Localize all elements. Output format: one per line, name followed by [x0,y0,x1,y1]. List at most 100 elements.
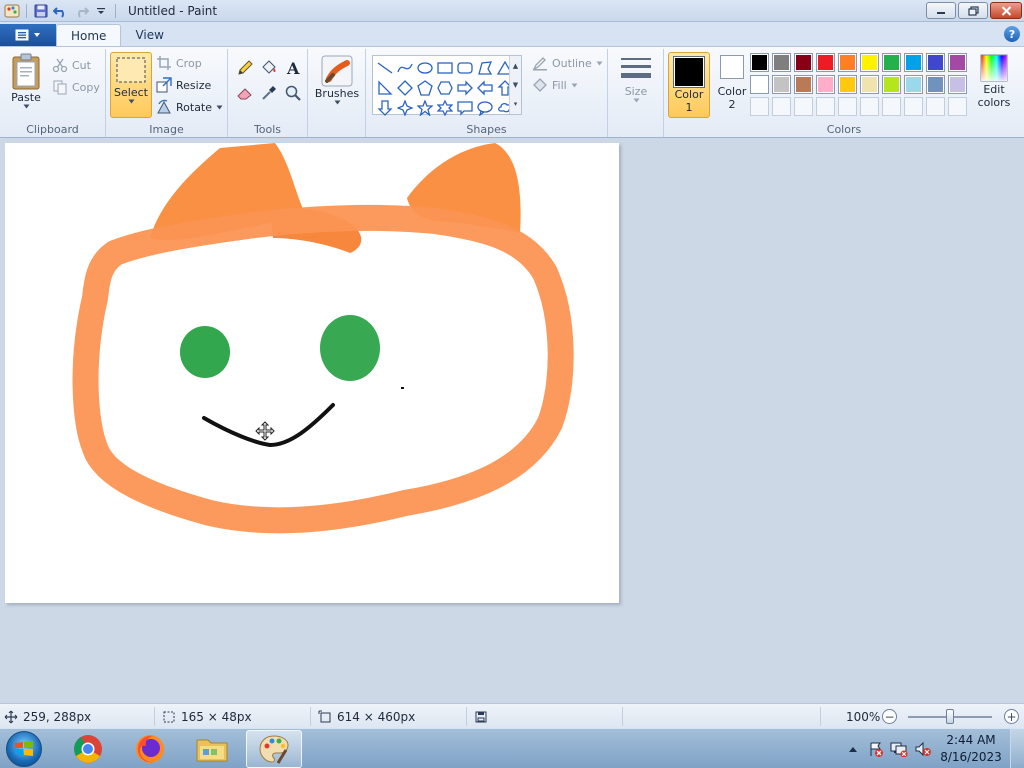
down-arrow-shape[interactable] [375,98,395,118]
custom-color-slot[interactable] [882,97,901,116]
custom-color-slot[interactable] [926,97,945,116]
palette-swatch[interactable] [838,53,857,72]
minimize-button[interactable] [926,2,956,19]
resize-button[interactable]: Resize [156,75,211,95]
action-center-icon[interactable] [868,741,884,760]
magnifier-tool[interactable] [282,82,304,104]
gallery-expand-icon[interactable]: ▾ [514,100,518,108]
palette-swatch[interactable] [882,53,901,72]
help-icon[interactable]: ? [1004,26,1020,42]
scroll-up-icon[interactable]: ▲ [513,62,518,70]
custom-color-slot[interactable] [948,97,967,116]
crop-button[interactable]: Crop [156,53,202,73]
copy-button[interactable]: Copy [52,77,100,97]
paint-app-icon[interactable] [2,1,22,21]
palette-swatch[interactable] [860,53,879,72]
show-hidden-icons-icon[interactable] [848,743,858,756]
text-tool[interactable]: A [282,57,304,79]
left-arrow-shape[interactable] [475,78,495,98]
palette-swatch[interactable] [772,75,791,94]
palette-swatch[interactable] [904,75,923,94]
palette-swatch[interactable] [816,53,835,72]
paste-button[interactable]: Paste [6,53,46,109]
four-point-star-shape[interactable] [395,98,415,118]
custom-color-slot[interactable] [750,97,769,116]
custom-color-slot[interactable] [816,97,835,116]
save-icon[interactable] [31,1,51,21]
palette-swatch[interactable] [794,53,813,72]
brushes-button[interactable]: Brushes [312,55,362,105]
start-button[interactable] [6,731,42,767]
fill-button[interactable]: Fill [532,75,578,95]
six-point-star-shape[interactable] [435,98,455,118]
zoom-out-button[interactable]: − [882,709,897,724]
canvas-workspace[interactable] [0,138,1024,703]
right-arrow-shape[interactable] [455,78,475,98]
rotate-button[interactable]: Rotate [156,97,223,117]
pencil-tool[interactable] [234,57,256,79]
show-desktop-button[interactable] [1010,729,1024,768]
palette-swatch[interactable] [926,53,945,72]
palette-swatch[interactable] [926,75,945,94]
tab-home[interactable]: Home [56,24,122,46]
oval-shape[interactable] [415,58,435,78]
taskbar-clock[interactable]: 2:44 AM 8/16/2023 [940,732,1002,766]
color1-button[interactable]: Color 1 [668,52,710,118]
pentagon-shape[interactable] [415,78,435,98]
palette-swatch[interactable] [816,75,835,94]
oval-callout-shape[interactable] [475,98,495,118]
palette-swatch[interactable] [794,75,813,94]
curve-shape[interactable] [395,58,415,78]
palette-swatch[interactable] [882,75,901,94]
zoom-slider-thumb[interactable] [946,709,954,724]
volume-muted-icon[interactable] [914,741,932,760]
custom-color-slot[interactable] [904,97,923,116]
palette-swatch[interactable] [772,53,791,72]
palette-swatch[interactable] [838,75,857,94]
five-point-star-shape[interactable] [415,98,435,118]
rectangle-shape[interactable] [435,58,455,78]
outline-button[interactable]: Outline [532,53,603,73]
select-button[interactable]: Select [110,52,152,118]
line-shape[interactable] [375,58,395,78]
custom-color-slot[interactable] [860,97,879,116]
cut-button[interactable]: Cut [52,55,91,75]
edit-colors-button[interactable]: Edit colors [972,53,1016,109]
drawing-canvas[interactable] [5,143,619,603]
custom-color-slot[interactable] [794,97,813,116]
scroll-down-icon[interactable]: ▼ [513,81,518,89]
color2-button[interactable]: Color 2 [712,55,752,111]
taskbar-paint[interactable] [246,730,302,768]
palette-swatch[interactable] [948,53,967,72]
fill-tool[interactable] [258,57,280,79]
palette-swatch[interactable] [948,75,967,94]
palette-swatch[interactable] [750,75,769,94]
taskbar-file-explorer[interactable] [184,730,240,768]
palette-swatch[interactable] [904,53,923,72]
taskbar-chrome[interactable] [60,730,116,768]
shapes-gallery-scroll[interactable]: ▲ ▼ ▾ [509,56,521,114]
hexagon-shape[interactable] [435,78,455,98]
zoom-in-button[interactable]: + [1004,709,1019,724]
rounded-rectangle-shape[interactable] [455,58,475,78]
customize-qat-icon[interactable] [91,1,111,21]
diamond-shape[interactable] [395,78,415,98]
rect-callout-shape[interactable] [455,98,475,118]
polygon-shape[interactable] [475,58,495,78]
taskbar-firefox[interactable] [122,730,178,768]
tab-view[interactable]: View [121,24,177,46]
palette-swatch[interactable] [750,53,769,72]
palette-swatch[interactable] [860,75,879,94]
custom-color-slot[interactable] [838,97,857,116]
network-icon[interactable] [890,741,908,760]
undo-icon[interactable] [51,1,71,21]
eraser-tool[interactable] [234,82,256,104]
size-button[interactable]: Size [614,55,658,103]
color-picker-tool[interactable] [258,82,280,104]
paint-menu-button[interactable] [0,24,56,46]
right-triangle-shape[interactable] [375,78,395,98]
redo-icon[interactable] [71,1,91,21]
custom-color-slot[interactable] [772,97,791,116]
restore-button[interactable] [958,2,988,19]
close-button[interactable] [990,2,1022,19]
